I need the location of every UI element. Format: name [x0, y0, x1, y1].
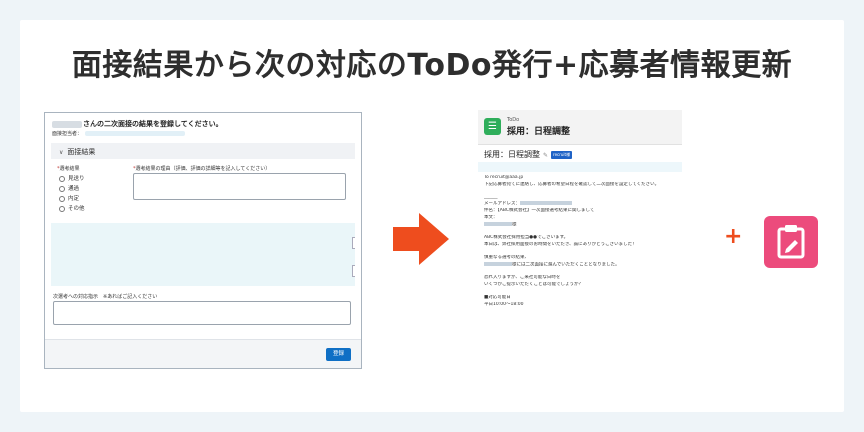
todo-header: ☰ ToDo 採用：日程調整 [478, 110, 682, 145]
email-blur [520, 201, 572, 206]
scroll-edge [352, 265, 355, 277]
body-line: ______ [484, 194, 498, 200]
radio-option-other[interactable]: その他 [59, 204, 85, 212]
form-title: さんの二次面接の結果を登録してください。 [83, 120, 223, 128]
body-line: 件名：【ABC株式会社】一次面接選考結果に関しまして [484, 208, 595, 214]
todo-body: To recruit@aaa.jp 下記応募者宛てに連絡し、応募者の希望日程を確… [484, 175, 680, 308]
radio-option-offer[interactable]: 内定 [59, 194, 79, 202]
body-line: 慎重なる選考の結果、 [484, 255, 529, 261]
name-blur [484, 261, 512, 266]
result-label: 選考結果 [59, 166, 80, 172]
chevron-down-icon: ∨ [59, 149, 64, 156]
todo-record: ☰ ToDo 採用：日程調整 採用：日程調整 ✎ recruit様 To recru… [478, 110, 682, 328]
highlight-band [478, 162, 682, 172]
interview-result-form: さんの二次面接の結果を登録してください。 面接担当者： ∨ 面接結果 *選考結果 … [44, 112, 362, 369]
todo-check-icon: ☰ [484, 118, 501, 135]
radio-option-pass[interactable]: 通過 [59, 184, 79, 192]
body-line: 本文： [484, 215, 498, 221]
interviewer-label: 面接担当者： [52, 131, 83, 137]
page-title: 面接結果から次の対応のToDo発行+応募者情報更新 [71, 48, 793, 83]
body-line: 平日10:00～18:00 [484, 301, 524, 307]
candidate-name-blur [52, 120, 82, 128]
radio-option-reject[interactable]: 見送り [59, 174, 85, 182]
clipboard-edit-icon [764, 216, 818, 268]
body-line: ABC株式会社採用担当●●でございます。 [484, 235, 569, 241]
next-step-textarea[interactable] [53, 301, 351, 325]
edit-pencil-icon[interactable]: ✎ [543, 152, 548, 159]
body-line: いくつかご提示いただくことは可能でしょうか？ [484, 282, 583, 287]
arrow-right-icon [393, 213, 449, 265]
save-button[interactable]: 登録 [326, 348, 351, 361]
body-line: 様には二次面接に進んでいただくこととなりました。 [512, 262, 620, 268]
section-header-interview-result[interactable]: ∨ 面接結果 [51, 143, 355, 159]
radio-icon[interactable] [59, 185, 65, 192]
reason-label: 選考結果の理由（評価、評価の詳細等を記入してください） [135, 166, 271, 172]
body-line: ■対応可能日 [484, 295, 511, 301]
body-line: メールアドレス： [484, 201, 520, 207]
todo-subject: 採用：日程調整 [484, 150, 540, 159]
hint-panel [51, 223, 355, 286]
plus-icon: + [724, 224, 743, 249]
to-line: To recruit@aaa.jp [484, 175, 524, 180]
body-line: 恐れ入りますが、ご来社可能な日時を [484, 275, 561, 281]
recipient-badge[interactable]: recruit様 [551, 150, 573, 159]
section-label: 面接結果 [67, 148, 96, 156]
radio-icon[interactable] [59, 175, 65, 182]
name-blur [484, 221, 512, 226]
form-footer: 登録 [45, 339, 361, 368]
todo-title: 採用：日程調整 [507, 127, 571, 137]
scroll-edge [352, 237, 355, 249]
next-step-label: 次選考への対応指示 ※あればご記入ください [53, 294, 158, 300]
reason-textarea[interactable] [133, 173, 346, 200]
todo-type-label: ToDo [507, 117, 520, 123]
radio-icon[interactable] [59, 195, 65, 202]
body-line: 本日は、弊社採用面接のお時間をいただき、誠にありがとうございました！ [484, 241, 637, 247]
interviewer-field[interactable] [85, 131, 186, 136]
body-line: 下記応募者宛てに連絡し、応募者の希望日程を確認して二次面接を設定してください。 [484, 181, 660, 187]
radio-icon[interactable] [59, 205, 65, 212]
body-line: 様 [512, 222, 517, 228]
